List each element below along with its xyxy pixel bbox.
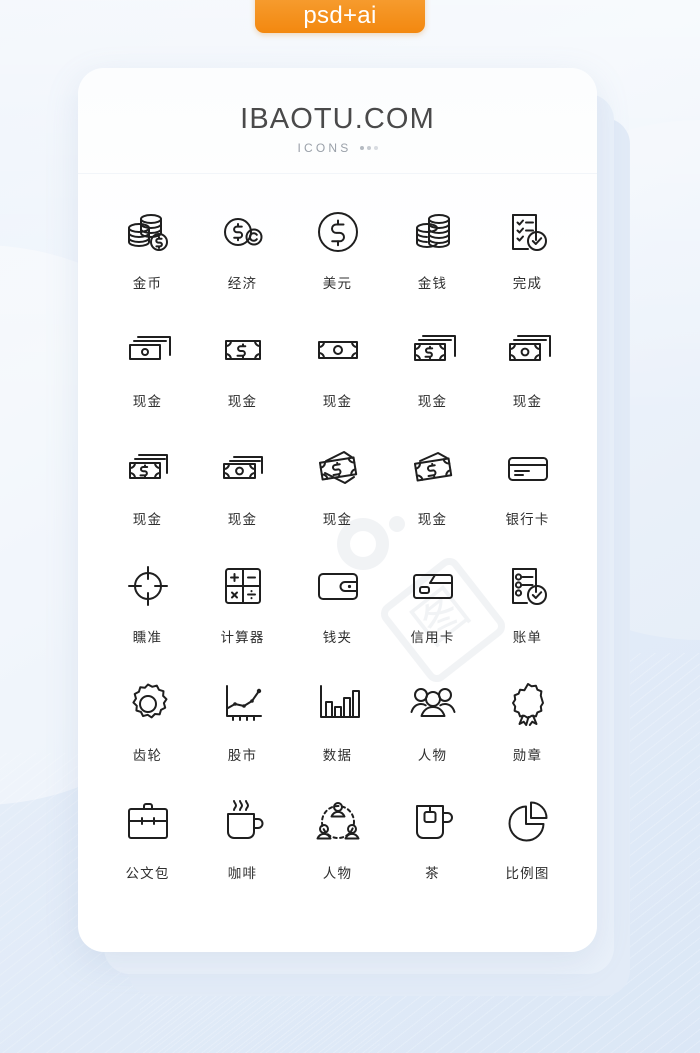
banknotes-dollar-stack-icon[interactable]	[405, 322, 461, 378]
icon-label: 股市	[227, 748, 258, 764]
banknotes-plain-stack-icon[interactable]	[120, 322, 176, 378]
icon-label: 咖啡	[227, 866, 258, 882]
icon-label: 计算器	[220, 630, 265, 646]
icon-label: 茶	[425, 866, 440, 882]
calculator-icon[interactable]	[215, 558, 271, 614]
icon-cell[interactable]: 现金	[195, 440, 290, 534]
banknote-dollar-icon[interactable]	[215, 322, 271, 378]
icon-cell[interactable]: 现金	[385, 440, 480, 534]
icon-label: 现金	[322, 394, 353, 410]
icon-label: 现金	[132, 512, 163, 528]
page-subtitle: ICONS	[78, 141, 597, 155]
icon-cell[interactable]: 咖啡	[195, 794, 290, 888]
icon-cell[interactable]: 勋章	[480, 676, 575, 770]
line-chart-icon[interactable]	[215, 676, 271, 732]
format-tag-label: psd+ai	[303, 2, 377, 29]
icon-label: 账单	[512, 630, 543, 646]
bank-card-icon[interactable]	[500, 440, 556, 496]
icon-cell[interactable]: 比例图	[480, 794, 575, 888]
icon-label: 完成	[512, 276, 543, 292]
coins-stack-dollar-icon[interactable]	[120, 204, 176, 260]
icon-cell[interactable]: 完成	[480, 204, 575, 298]
dollar-circle-icon[interactable]	[310, 204, 366, 260]
icon-label: 现金	[227, 394, 258, 410]
icon-label: 公文包	[125, 866, 170, 882]
icon-cell[interactable]: 齿轮	[100, 676, 195, 770]
icon-cell[interactable]: 经济	[195, 204, 290, 298]
icon-label: 勋章	[512, 748, 543, 764]
medal-ribbon-icon[interactable]	[500, 676, 556, 732]
invoice-check-icon[interactable]	[500, 558, 556, 614]
gear-icon[interactable]	[120, 676, 176, 732]
icon-cell[interactable]: 现金	[100, 440, 195, 534]
format-tag: psd+ai	[255, 0, 425, 33]
icon-label: 现金	[417, 512, 448, 528]
wallet-icon[interactable]	[310, 558, 366, 614]
icon-cell[interactable]: 账单	[480, 558, 575, 652]
icon-cell[interactable]: 银行卡	[480, 440, 575, 534]
people-group-icon[interactable]	[405, 676, 461, 732]
briefcase-icon[interactable]	[120, 794, 176, 850]
icon-label: 现金	[322, 512, 353, 528]
icon-cell[interactable]: 金钱	[385, 204, 480, 298]
coffee-cup-icon[interactable]	[215, 794, 271, 850]
coins-stacks-icon[interactable]	[405, 204, 461, 260]
icon-label: 钱夹	[322, 630, 353, 646]
icon-label: 比例图	[505, 866, 550, 882]
icon-cell[interactable]: 公文包	[100, 794, 195, 888]
banknote-circle-wide-icon[interactable]	[215, 440, 271, 496]
card-header: IBAOTU.COM ICONS	[78, 68, 597, 175]
icon-cell[interactable]: 信用卡	[385, 558, 480, 652]
icon-label: 现金	[227, 512, 258, 528]
icon-cell[interactable]: 金币	[100, 204, 195, 298]
icon-cell[interactable]: 钱夹	[290, 558, 385, 652]
icon-cell[interactable]: 计算器	[195, 558, 290, 652]
icon-cell[interactable]: 股市	[195, 676, 290, 770]
icon-label: 齿轮	[132, 748, 163, 764]
icon-cell[interactable]: 人物	[385, 676, 480, 770]
icon-label: 信用卡	[410, 630, 455, 646]
icon-cell[interactable]: 现金	[195, 322, 290, 416]
icon-set-card: IBAOTU.COM ICONS 图 金币 经济 美元 金钱 完成 现金 现金 …	[78, 68, 597, 952]
icon-cell[interactable]: 数据	[290, 676, 385, 770]
icon-cell[interactable]: 美元	[290, 204, 385, 298]
icon-label: 人物	[322, 866, 353, 882]
icon-cell[interactable]: 现金	[385, 322, 480, 416]
banknote-dollar-stack-icon[interactable]	[120, 440, 176, 496]
icon-cell[interactable]: 现金	[290, 440, 385, 534]
pie-chart-icon[interactable]	[500, 794, 556, 850]
banknote-tilted-dollar-icon[interactable]	[405, 440, 461, 496]
icon-label: 银行卡	[505, 512, 550, 528]
checklist-check-icon[interactable]	[500, 204, 556, 260]
icon-label: 现金	[512, 394, 543, 410]
icon-label: 美元	[322, 276, 353, 292]
icon-label: 现金	[132, 394, 163, 410]
page-title: IBAOTU.COM	[240, 103, 435, 135]
icon-label: 金币	[132, 276, 163, 292]
icon-label: 现金	[417, 394, 448, 410]
icon-cell[interactable]: 现金	[290, 322, 385, 416]
subtitle-dots-icon	[359, 146, 378, 151]
icon-label: 人物	[417, 748, 448, 764]
icon-cell[interactable]: 人物	[290, 794, 385, 888]
target-crosshair-icon[interactable]	[120, 558, 176, 614]
credit-card-icon[interactable]	[405, 558, 461, 614]
icon-label: 金钱	[417, 276, 448, 292]
icon-label: 经济	[227, 276, 258, 292]
icon-cell[interactable]: 现金	[100, 322, 195, 416]
tea-cup-icon[interactable]	[405, 794, 461, 850]
page-subtitle-text: ICONS	[297, 141, 352, 156]
dollar-cent-coins-icon[interactable]	[215, 204, 271, 260]
icon-cell[interactable]: 茶	[385, 794, 480, 888]
people-network-icon[interactable]	[310, 794, 366, 850]
icon-cell[interactable]: 矄准	[100, 558, 195, 652]
icon-label: 矄准	[132, 630, 163, 646]
banknote-circle-icon[interactable]	[310, 322, 366, 378]
icon-label: 数据	[322, 748, 353, 764]
banknotes-fan-dollar-icon[interactable]	[310, 440, 366, 496]
icon-cell[interactable]: 现金	[480, 322, 575, 416]
icon-grid: 金币 经济 美元 金钱 完成 现金 现金 现金 现金 现金 现金 现金 现金 现…	[78, 174, 597, 888]
bar-chart-icon[interactable]	[310, 676, 366, 732]
banknotes-circle-stack-icon[interactable]	[500, 322, 556, 378]
